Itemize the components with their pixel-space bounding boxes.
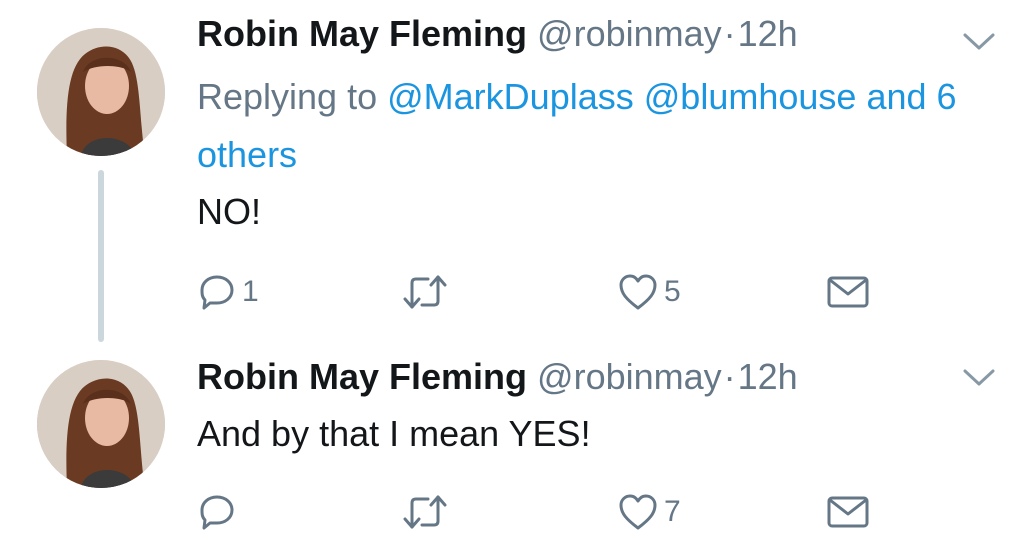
retweet-icon (403, 275, 447, 309)
tweet[interactable]: Robin May Fleming @robinmay·12h And by t… (0, 350, 1024, 546)
separator-dot: · (723, 13, 736, 54)
action-bar: 1 5 (0, 270, 1024, 314)
like-count: 5 (664, 275, 681, 308)
retweet-button[interactable] (402, 270, 454, 314)
timestamp[interactable]: 12h (738, 13, 798, 54)
replying-prefix: Replying to (197, 76, 378, 117)
mention-link[interactable]: @MarkDuplass (387, 76, 634, 117)
chevron-down-icon[interactable] (962, 32, 996, 52)
avatar-photo (37, 360, 165, 488)
like-button[interactable]: 7 (618, 490, 681, 534)
display-name[interactable]: Robin May Fleming (197, 356, 527, 397)
envelope-icon (827, 496, 869, 528)
display-name[interactable]: Robin May Fleming (197, 13, 527, 54)
avatar-photo (37, 28, 165, 156)
reply-count: 1 (242, 275, 259, 308)
avatar[interactable] (37, 360, 165, 488)
avatar[interactable] (37, 28, 165, 156)
envelope-icon (827, 276, 869, 308)
reply-button[interactable]: 1 (198, 270, 259, 314)
direct-message-button[interactable] (826, 270, 870, 314)
thread-line (98, 170, 104, 342)
reply-icon (200, 275, 234, 310)
tweet-header: Robin May Fleming @robinmay·12h (197, 355, 798, 399)
retweet-icon (403, 495, 447, 529)
handle[interactable]: @robinmay (537, 356, 722, 397)
reply-icon (200, 495, 234, 530)
tweet-text: NO! (197, 191, 262, 232)
separator-dot: · (723, 356, 736, 397)
like-count: 7 (664, 495, 681, 528)
tweet-header: Robin May Fleming @robinmay·12h (197, 12, 798, 56)
direct-message-button[interactable] (826, 490, 870, 534)
tweet-text: And by that I mean YES! (197, 413, 591, 454)
reply-button[interactable] (198, 490, 242, 534)
heart-icon (619, 494, 657, 530)
tweet[interactable]: Robin May Fleming @robinmay·12h Replying… (0, 0, 1024, 350)
chevron-down-icon[interactable] (962, 368, 996, 388)
like-button[interactable]: 5 (618, 270, 681, 314)
replying-to: Replying to @MarkDuplass @blumhouse and … (197, 68, 987, 184)
timestamp[interactable]: 12h (738, 356, 798, 397)
action-bar: 7 (0, 490, 1024, 534)
heart-icon (619, 274, 657, 310)
mention-link[interactable]: @blumhouse (644, 76, 857, 117)
handle[interactable]: @robinmay (537, 13, 722, 54)
retweet-button[interactable] (402, 490, 454, 534)
